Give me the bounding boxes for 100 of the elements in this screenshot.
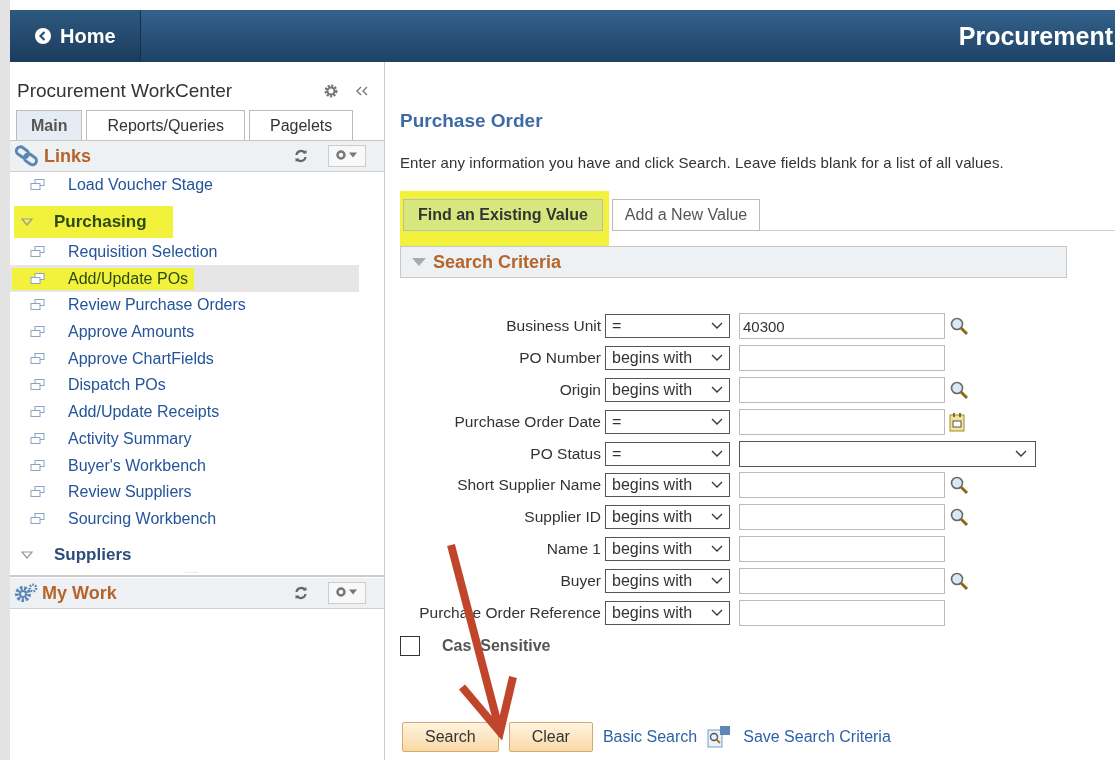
- input-field[interactable]: [739, 599, 945, 626]
- search-icon[interactable]: [949, 380, 969, 400]
- field-label: Short Supplier Name: [456, 476, 601, 495]
- sidebar-tab[interactable]: Reports/Queries: [86, 110, 245, 140]
- input-field[interactable]: [739, 535, 945, 562]
- page-tab[interactable]: Add a New Value: [611, 199, 761, 231]
- field-label: Supplier ID: [523, 508, 601, 527]
- input-field[interactable]: [739, 567, 945, 594]
- action-button[interactable]: Search: [402, 722, 499, 752]
- chevron-down-icon: [711, 449, 723, 458]
- windows-icon: [30, 432, 46, 445]
- windows-icon: [30, 512, 46, 525]
- sidebar-link[interactable]: Buyer's Workbench: [10, 452, 359, 479]
- page-heading: Purchase Order: [400, 110, 544, 132]
- home-button[interactable]: Home: [10, 10, 141, 62]
- input-field[interactable]: [739, 345, 945, 372]
- sidebar-tab[interactable]: Main: [16, 110, 83, 140]
- action-button[interactable]: Clear: [508, 722, 593, 752]
- operator-dropdown[interactable]: begins with: [605, 378, 730, 402]
- input-field[interactable]: [739, 377, 945, 403]
- field-label: Buyer: [559, 571, 601, 590]
- operator-dropdown[interactable]: begins with: [605, 473, 730, 498]
- windows-icon: [30, 379, 46, 392]
- checkbox[interactable]: [400, 635, 420, 656]
- operator-dropdown[interactable]: begins with: [605, 505, 730, 530]
- sidebar-group[interactable]: Suppliers: [14, 539, 158, 572]
- refresh-icon[interactable]: [294, 586, 308, 600]
- sidebar-link[interactable]: Approve Amounts: [10, 318, 359, 346]
- field-label: Business Unit: [505, 317, 601, 336]
- search-icon[interactable]: [949, 316, 969, 337]
- search-icon[interactable]: [949, 475, 969, 496]
- options-dropdown[interactable]: [328, 582, 366, 604]
- chevron-down-icon: [711, 354, 723, 363]
- windows-icon: [30, 326, 46, 339]
- link[interactable]: Basic Search: [602, 728, 698, 746]
- input-field[interactable]: [739, 504, 945, 531]
- triangle-icon: [20, 216, 34, 227]
- sidebar-tab[interactable]: Pagelets: [248, 110, 354, 140]
- sidebar-link[interactable]: Activity Summary: [10, 425, 359, 453]
- links-title: Links: [44, 145, 91, 167]
- instructions-text: Enter any information you have and click Search. Leave fields blank for a list of all values.: [400, 154, 1005, 171]
- checkbox-label: Cas Sensitive: [442, 636, 551, 655]
- sidebar-link[interactable]: Dispatch POs: [10, 372, 359, 399]
- triangle-icon: [411, 257, 427, 267]
- sidebar-link[interactable]: Review Purchase Orders: [10, 292, 359, 319]
- input-field[interactable]: [739, 472, 945, 499]
- windows-icon: [30, 179, 46, 192]
- chevron-down-icon: [711, 481, 723, 490]
- operator-dropdown[interactable]: begins with: [605, 568, 730, 593]
- back-icon: [34, 27, 52, 45]
- chevron-down-icon: [711, 417, 723, 426]
- chevron-down-icon: [711, 386, 723, 394]
- page-tab[interactable]: Find an Existing Value: [403, 199, 603, 231]
- operator-dropdown[interactable]: =: [605, 314, 730, 339]
- windows-icon: [30, 299, 46, 312]
- field-label: Origin: [558, 381, 601, 399]
- field-label: Purchase Order Date: [453, 412, 601, 431]
- operator-dropdown[interactable]: begins with: [605, 600, 730, 625]
- windows-icon: [30, 246, 46, 259]
- settings-icon[interactable]: [324, 84, 338, 98]
- sidebar-link[interactable]: Approve ChartFields: [10, 345, 359, 373]
- sidebar-link[interactable]: Add/Update POs: [10, 265, 359, 293]
- sidebar-group[interactable]: Purchasing: [14, 205, 173, 238]
- status-dropdown[interactable]: [739, 440, 1036, 467]
- windows-icon: [30, 352, 46, 365]
- chevron-down-icon: [711, 544, 723, 553]
- sidebar-link[interactable]: Add/Update Receipts: [10, 398, 359, 426]
- options-dropdown[interactable]: [328, 145, 366, 167]
- gears-icon: [14, 583, 38, 603]
- input-field[interactable]: 40300: [739, 313, 945, 340]
- chevron-down-icon: [711, 576, 723, 585]
- triangle-icon: [20, 550, 34, 561]
- chevron-down-icon: [1015, 449, 1027, 458]
- operator-dropdown[interactable]: =: [605, 409, 730, 434]
- operator-dropdown[interactable]: =: [605, 441, 730, 466]
- calendar-icon[interactable]: [949, 411, 965, 432]
- search-icon[interactable]: [949, 507, 969, 528]
- page-title: Procurement: [958, 21, 1114, 51]
- windows-icon: [30, 486, 46, 499]
- windows-icon: [30, 272, 46, 285]
- windows-icon: [30, 406, 46, 419]
- operator-dropdown[interactable]: begins with: [605, 346, 730, 371]
- refresh-icon[interactable]: [294, 149, 308, 163]
- windows-icon: [30, 459, 46, 472]
- sidebar-link[interactable]: Sourcing Workbench: [10, 505, 359, 533]
- field-label: Name 1: [545, 539, 601, 558]
- chevron-down-icon: [711, 513, 723, 522]
- chain-link-icon: [14, 145, 40, 167]
- my-work-title: My Work: [42, 582, 117, 604]
- field-label: PO Number: [518, 349, 601, 368]
- search-icon[interactable]: [949, 570, 969, 591]
- collapse-icon[interactable]: [356, 86, 368, 96]
- operator-dropdown[interactable]: begins with: [605, 536, 730, 561]
- section-header[interactable]: Search Criteria: [400, 246, 1067, 278]
- sidebar-link[interactable]: Review Suppliers: [10, 478, 359, 506]
- link[interactable]: Save Search Criteria: [743, 728, 891, 746]
- sidebar-link[interactable]: Load Voucher Stage: [10, 172, 359, 199]
- sidebar-link[interactable]: Requisition Selection: [10, 238, 359, 266]
- input-field[interactable]: [739, 408, 945, 435]
- chevron-down-icon: [711, 608, 723, 617]
